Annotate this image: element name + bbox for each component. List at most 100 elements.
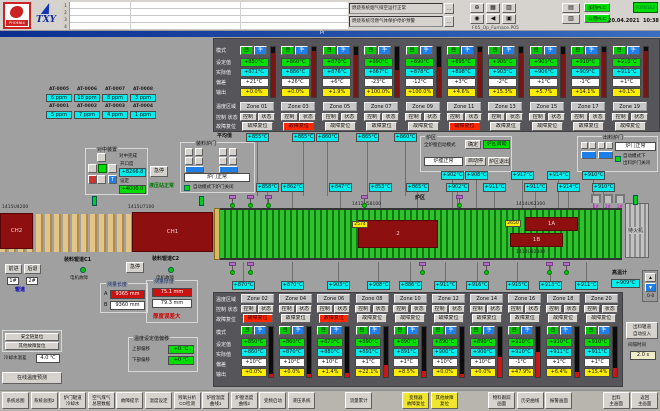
auto-mode-button[interactable]: 自 (547, 326, 559, 335)
zone-status-button[interactable]: 状态 (487, 305, 503, 314)
zone-setpoint-field[interactable]: +910°C (546, 338, 572, 347)
manual-mode-button[interactable]: 手 (254, 326, 266, 335)
step-up-button[interactable]: ▲ (645, 273, 656, 282)
door-up-button[interactable] (598, 142, 605, 149)
taskbar-button[interactable]: 故障提示 (116, 392, 143, 409)
door-up-button[interactable] (185, 148, 193, 156)
manual-mode-button[interactable]: 手 (483, 326, 495, 335)
zone-status-button[interactable]: 状态 (334, 305, 350, 314)
zone-status-button[interactable]: 状态 (296, 305, 312, 314)
door-down-button[interactable] (606, 142, 613, 149)
safety-chain-reset-button[interactable]: 安全链复位 (5, 333, 59, 341)
zone-status-button[interactable]: 状态 (564, 305, 580, 314)
zone-exit-button[interactable]: 炉区退出 (488, 157, 510, 166)
fault-reset-button[interactable]: 故障复位 (395, 314, 425, 323)
centering-down-button[interactable] (97, 175, 106, 184)
slab[interactable]: 1A (525, 217, 578, 231)
fault-reset-button[interactable]: 故障复位 (408, 122, 439, 131)
zone-control-button[interactable]: 控制 (279, 305, 295, 314)
fault-reset-button[interactable]: 故障复位 (510, 314, 540, 323)
zone-setpoint-field[interactable]: +910°C (508, 338, 534, 347)
roller-select-1[interactable]: 1# (7, 277, 19, 285)
door-close-button[interactable] (229, 157, 237, 165)
auto-mode-button[interactable]: 自 (447, 46, 460, 55)
centering-set-value[interactable]: +4000.0 (119, 185, 146, 194)
taskbar-button[interactable]: 其他故障 复位 (431, 392, 458, 409)
centering-right-button[interactable] (108, 164, 117, 173)
zone-control-button[interactable]: 控制 (322, 113, 339, 122)
zone-control-button[interactable]: 控制 (405, 113, 422, 122)
slab[interactable]: 2 (358, 220, 438, 248)
screens-icon[interactable]: ▦ (486, 3, 500, 13)
taskbar-button[interactable]: 物料跟踪 画面 (488, 392, 515, 409)
manual-mode-button[interactable]: 手 (420, 46, 433, 55)
zone-status-button[interactable]: 状态 (258, 305, 274, 314)
fault-reset-button[interactable]: 故障复位 (490, 122, 521, 131)
taskbar-button[interactable]: 系统总图2 (31, 392, 58, 409)
zone-status-button[interactable]: 状态 (548, 113, 565, 122)
estop-button-centering[interactable]: 急停 (150, 166, 168, 177)
zone-setpoint-field[interactable]: +850°C (240, 58, 269, 67)
auto-mode-button[interactable]: 自 (406, 46, 419, 55)
fault-reset-button[interactable]: 故障复位 (283, 122, 314, 131)
taskbar-button[interactable]: 温度设定 (145, 392, 172, 409)
auto-mode-button[interactable]: 自 (585, 326, 597, 335)
door-auto-button[interactable] (581, 151, 596, 159)
manual-mode-button[interactable]: 手 (627, 46, 640, 55)
zone-status-button[interactable]: 状态 (465, 113, 482, 122)
fault-reset-button[interactable]: 故障复位 (548, 314, 578, 323)
manual-mode-button[interactable]: 手 (407, 326, 419, 335)
step-down-button[interactable]: ▼ (645, 283, 656, 292)
fault-reset-button[interactable]: 故障复位 (532, 122, 563, 131)
taskbar-button[interactable]: 炉膛温度 曲线2 (231, 392, 258, 409)
zone-setpoint-field[interactable]: +910°C (584, 338, 610, 347)
fault-reset-button[interactable]: 故障复位 (243, 314, 273, 323)
door-down-button[interactable] (229, 148, 237, 156)
zone-status-button[interactable]: 状态 (631, 113, 648, 122)
door-auto-button[interactable] (185, 166, 204, 173)
zone-control-button[interactable]: 控制 (612, 113, 629, 122)
fault-reset-button[interactable]: 故障复位 (434, 314, 464, 323)
centering-t-button[interactable]: T (108, 175, 117, 184)
extract-auto-button[interactable]: 出料辊道 自动投入 (626, 322, 658, 339)
zone-setpoint-field[interactable]: +890°C (432, 338, 458, 347)
manual-mode-button[interactable]: 手 (337, 46, 350, 55)
auto-mode-button[interactable]: 自 (432, 326, 444, 335)
fault-reset-button[interactable]: 故障复位 (586, 314, 616, 323)
fault-reset-button[interactable]: 故障复位 (615, 122, 646, 131)
estop-button-roller[interactable]: 急停 (126, 262, 144, 273)
zone-control-button[interactable]: 控制 (529, 113, 546, 122)
zone-control-button[interactable]: 控制 (317, 305, 333, 314)
door-down-button[interactable] (195, 148, 203, 156)
taskbar-button[interactable]: 炉门辊道 冷却水 (59, 392, 86, 409)
fault-reset-button[interactable]: 故障复位 (472, 314, 502, 323)
report-icon[interactable]: ▥ (562, 14, 580, 24)
auto-mode-button[interactable]: 自 (281, 46, 294, 55)
zone-status-button[interactable]: 状态 (299, 113, 316, 122)
auto-mode-button[interactable]: 自 (323, 46, 336, 55)
fault-reset-button[interactable]: 故障复位 (573, 122, 604, 131)
zone-setpoint-field[interactable]: +895°C (447, 58, 476, 67)
auto-mode-button[interactable]: 自 (613, 46, 626, 55)
message-more-button-2[interactable]: ... (444, 16, 454, 27)
common-plc-button[interactable]: 公用PLC (584, 14, 610, 23)
magnifier-icon[interactable]: ⊕ (470, 3, 484, 13)
taskbar-button[interactable]: 报警画面 (545, 392, 572, 409)
back-icon[interactable]: ◀ (486, 14, 500, 24)
taskbar-button[interactable]: 返回 主画面 (631, 392, 658, 409)
roller-reverse-button[interactable]: 后退 (24, 264, 41, 274)
print-icon[interactable]: ▣ (502, 14, 516, 24)
centering-stop-button[interactable] (88, 175, 97, 184)
zone-status-button[interactable]: 状态 (602, 305, 618, 314)
taskbar-button[interactable]: 液压系统 (288, 392, 315, 409)
zone-control-button[interactable]: 控制 (240, 113, 257, 122)
zone-setpoint-field[interactable]: +890°C (364, 58, 393, 67)
zone-setpoint-field[interactable]: +870°C (317, 338, 343, 347)
zone-status-button[interactable]: 状态 (341, 113, 358, 122)
manual-mode-button[interactable]: 手 (378, 46, 391, 55)
centering-up-button[interactable] (97, 153, 106, 162)
slab[interactable]: CH1 (132, 212, 213, 252)
zone-status-button[interactable]: 状态 (373, 305, 389, 314)
zone-control-button[interactable]: 控制 (355, 305, 371, 314)
message-more-button-1[interactable]: ... (444, 3, 454, 14)
